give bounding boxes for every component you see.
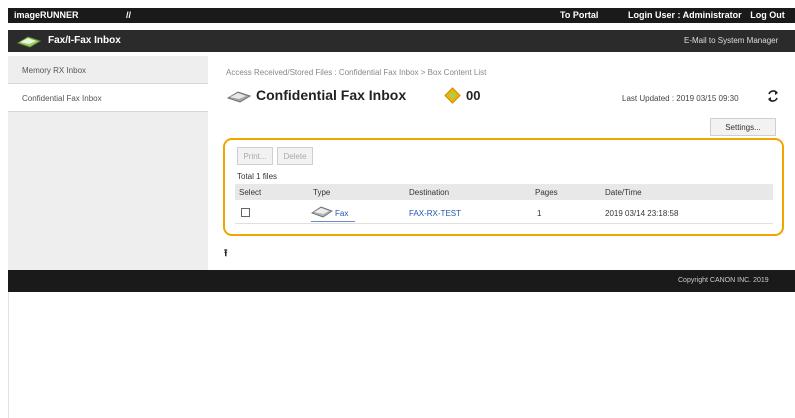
- select-checkbox[interactable]: [241, 208, 250, 217]
- column-header-type: Type: [313, 188, 331, 197]
- app-title-bar: Fax/I-Fax Inbox E-Mail to System Manager: [8, 30, 795, 52]
- column-header-select: Select: [239, 188, 262, 197]
- file-type-underline: [311, 221, 355, 222]
- login-user-label: Login User : Administrator: [628, 10, 742, 20]
- brand-name: imageRUNNER: [14, 10, 79, 20]
- email-system-manager-link[interactable]: E-Mail to System Manager: [684, 36, 778, 45]
- fax-type-icon[interactable]: [311, 204, 333, 218]
- login-info: Login User : Administrator Log Out: [628, 10, 785, 20]
- sidebar-item-memory-rx-inbox[interactable]: Memory RX Inbox: [8, 56, 208, 84]
- pages-value: 1: [537, 209, 542, 218]
- file-list-panel: Print... Delete Total 1 files Select Typ…: [223, 138, 784, 236]
- breadcrumb[interactable]: Access Received/Stored Files : Confident…: [226, 68, 486, 77]
- main-content: Access Received/Stored Files : Confident…: [214, 56, 795, 270]
- delete-button[interactable]: Delete: [277, 147, 313, 165]
- fax-inbox-icon: [226, 91, 252, 103]
- scroll-top-icon[interactable]: ⭱: [224, 246, 228, 263]
- table-row: Fax FAX-RX-TEST 1 2019 03/14 23:18:58: [235, 202, 773, 224]
- app-title: Fax/I-Fax Inbox: [48, 35, 121, 46]
- last-updated: Last Updated : 2019 03/15 09:30: [622, 94, 739, 103]
- fax-inbox-icon: [16, 36, 42, 48]
- box-number: 00: [466, 88, 481, 103]
- destination-link[interactable]: FAX-RX-TEST: [409, 209, 461, 218]
- column-header-pages: Pages: [535, 188, 558, 197]
- settings-button[interactable]: Settings...: [710, 118, 776, 136]
- refresh-icon[interactable]: [766, 89, 780, 103]
- datetime-value: 2019 03/14 23:18:58: [605, 209, 679, 218]
- top-bar: imageRUNNER // To Portal Login User : Ad…: [8, 8, 795, 23]
- copyright: Copyright CANON INC. 2019: [678, 277, 769, 284]
- column-header-datetime: Date/Time: [605, 188, 642, 197]
- footer-bar: Copyright CANON INC. 2019: [8, 270, 795, 292]
- brand-separator: //: [126, 10, 132, 20]
- table-header: Select Type Destination Pages Date/Time: [235, 184, 773, 200]
- sidebar: Memory RX Inbox Confidential Fax Inbox: [8, 56, 208, 270]
- print-button[interactable]: Print...: [237, 147, 273, 165]
- file-type-link[interactable]: Fax: [335, 209, 348, 218]
- box-number-icon: [444, 87, 461, 104]
- empty-area: [8, 292, 795, 418]
- sidebar-item-confidential-fax-inbox[interactable]: Confidential Fax Inbox: [8, 84, 208, 112]
- sidebar-item-label: Confidential Fax Inbox: [22, 94, 102, 103]
- sidebar-item-label: Memory RX Inbox: [22, 66, 87, 75]
- column-header-destination: Destination: [409, 188, 450, 197]
- page-title: Confidential Fax Inbox: [256, 87, 407, 103]
- total-files-count: Total 1 files: [237, 172, 278, 181]
- to-portal-link[interactable]: To Portal: [560, 10, 598, 20]
- logout-link[interactable]: Log Out: [750, 10, 785, 20]
